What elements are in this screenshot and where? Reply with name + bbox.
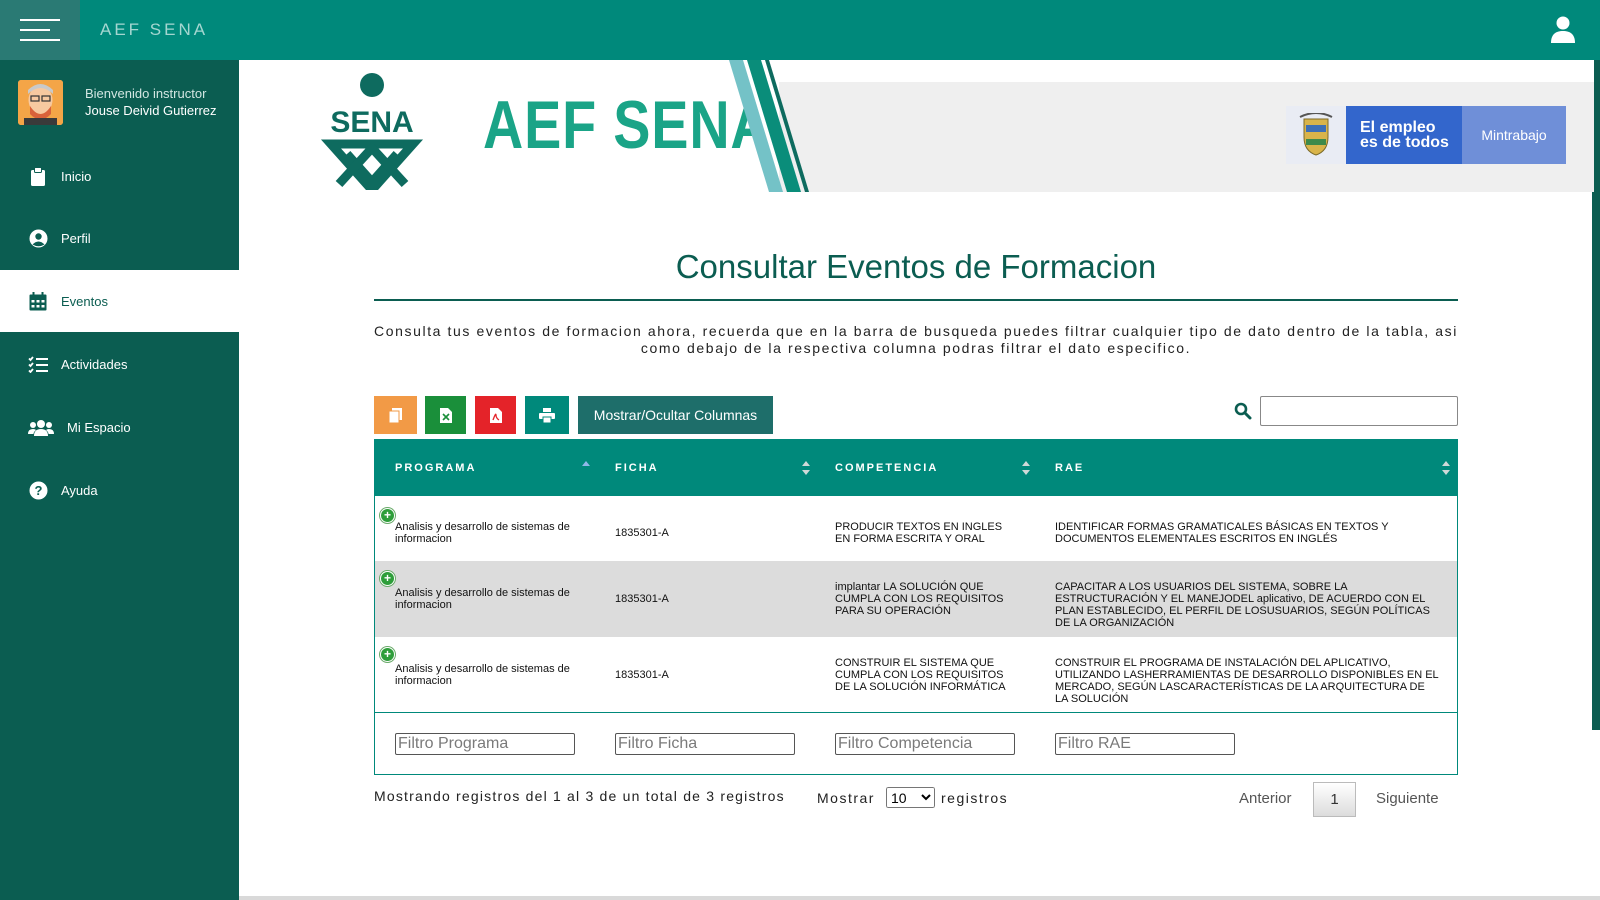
title-divider	[374, 299, 1458, 301]
users-icon	[28, 417, 54, 437]
calendar-icon	[28, 291, 48, 311]
events-table: PROGRAMA FICHA COMPETENCIA RAE + Analisi…	[374, 439, 1458, 775]
filter-competencia-input[interactable]	[835, 733, 1015, 755]
table-row: + Analisis y desarrollo de sistemas de i…	[375, 496, 1457, 561]
gov-slogan-line2: es de todos	[1360, 134, 1449, 151]
sidebar-item-label: Ayuda	[61, 482, 98, 498]
sidebar-item-label: Inicio	[61, 168, 92, 184]
toggle-columns-button[interactable]: Mostrar/Ocultar Columnas	[578, 396, 773, 434]
cell-ficha: 1835301-A	[615, 593, 669, 605]
copy-icon	[389, 407, 402, 423]
sidebar-item-label: Eventos	[61, 293, 108, 309]
sidebar-item-mi-espacio[interactable]: Mi Espacio	[0, 396, 239, 458]
expand-row-icon[interactable]: +	[380, 508, 395, 523]
cell-rae: CAPACITAR A LOS USUARIOS DEL SISTEMA, SO…	[1055, 581, 1430, 629]
filter-programa-input[interactable]	[395, 733, 575, 755]
avatar-icon	[18, 80, 63, 125]
table-header: PROGRAMA FICHA COMPETENCIA RAE	[375, 440, 1457, 496]
page-size-suffix: registros	[941, 790, 1009, 806]
sidebar-item-label: Actividades	[61, 356, 128, 372]
cell-competencia: PRODUCIR TEXTOS EN INGLES EN FORMA ESCRI…	[835, 521, 1003, 545]
sidebar-item-label: Mi Espacio	[67, 419, 131, 435]
page-size-label: Mostrar	[817, 790, 875, 806]
cell-ficha: 1835301-A	[615, 527, 669, 539]
svg-text:SENA: SENA	[330, 106, 413, 139]
table-row: + Analisis y desarrollo de sistemas de i…	[375, 561, 1457, 637]
gov-slogan: El empleo es de todos	[1346, 106, 1462, 164]
search-icon	[1234, 402, 1252, 420]
excel-export-button[interactable]	[425, 396, 466, 434]
hamburger-menu-button[interactable]	[0, 0, 80, 60]
cell-rae: CONSTRUIR EL PROGRAMA DE INSTALACIÓN DEL…	[1055, 657, 1439, 705]
search-input[interactable]	[1260, 396, 1458, 426]
expand-row-icon[interactable]: +	[380, 571, 395, 586]
top-bar: AEF SENA	[0, 0, 1600, 60]
previous-page-button[interactable]: Anterior	[1239, 790, 1292, 807]
pdf-export-button[interactable]	[475, 396, 516, 434]
sort-asc-icon[interactable]	[581, 458, 591, 478]
cell-competencia: implantar LA SOLUCIÓN QUE CUMPLA CON LOS…	[835, 581, 1004, 617]
copy-button[interactable]	[374, 396, 417, 434]
decorative-stripes	[729, 60, 809, 192]
app-title: AEF SENA	[100, 20, 209, 39]
cell-rae: IDENTIFICAR FORMAS GRAMATICALES BÁSICAS …	[1055, 521, 1389, 545]
print-button[interactable]	[525, 396, 569, 434]
sidebar-item-eventos[interactable]: Eventos	[0, 270, 239, 332]
sort-icon[interactable]	[1441, 458, 1451, 478]
sidebar-item-perfil[interactable]: Perfil	[0, 207, 239, 269]
sidebar-item-ayuda[interactable]: ? Ayuda	[0, 459, 239, 521]
page-number-button[interactable]: 1	[1313, 782, 1356, 817]
sidebar-item-inicio[interactable]: Inicio	[0, 145, 239, 207]
colombia-shield-icon	[1286, 106, 1346, 164]
column-header-programa[interactable]: PROGRAMA	[395, 440, 476, 496]
svg-text:?: ?	[34, 483, 42, 498]
gov-slogan-line1: El empleo	[1360, 119, 1436, 136]
filter-rae-input[interactable]	[1055, 733, 1235, 755]
user-icon[interactable]	[1550, 16, 1576, 44]
page-size-select[interactable]: 10	[886, 787, 935, 808]
header-banner: SENA AEF SENA El empleo es de todos Mint…	[239, 60, 1594, 192]
page-description: Consulta tus eventos de formacion ahora,…	[374, 323, 1458, 356]
cell-programa: Analisis y desarrollo de sistemas de inf…	[395, 521, 570, 545]
sena-logo-icon: SENA	[320, 73, 424, 190]
cell-programa: Analisis y desarrollo de sistemas de inf…	[395, 587, 570, 611]
cell-programa: Analisis y desarrollo de sistemas de inf…	[395, 663, 570, 687]
column-header-competencia[interactable]: COMPETENCIA	[835, 440, 938, 496]
column-header-ficha[interactable]: FICHA	[615, 440, 659, 496]
ministry-label: Mintrabajo	[1462, 106, 1566, 164]
government-logo: El empleo es de todos Mintrabajo	[1286, 106, 1566, 164]
clipboard-icon	[28, 166, 48, 186]
column-header-rae[interactable]: RAE	[1055, 440, 1084, 496]
sort-icon[interactable]	[801, 458, 811, 478]
bottom-border	[239, 896, 1600, 900]
sort-icon[interactable]	[1021, 458, 1031, 478]
user-circle-icon	[28, 228, 48, 248]
column-filters	[375, 712, 1457, 774]
excel-file-icon	[439, 407, 452, 423]
records-info: Mostrando registros del 1 al 3 de un tot…	[374, 788, 785, 804]
sidebar-item-label: Perfil	[61, 230, 91, 246]
sidebar-item-actividades[interactable]: Actividades	[0, 333, 239, 395]
page-title: Consultar Eventos de Formacion	[675, 248, 1157, 285]
print-icon	[539, 407, 555, 423]
tasks-icon	[28, 354, 48, 374]
menu-line	[20, 39, 60, 41]
menu-line	[20, 29, 50, 31]
pdf-file-icon	[489, 407, 502, 423]
cell-competencia: CONSTRUIR EL SISTEMA QUE CUMPLA CON LOS …	[835, 657, 1006, 693]
filter-ficha-input[interactable]	[615, 733, 795, 755]
next-page-button[interactable]: Siguiente	[1376, 790, 1439, 807]
sidebar: Bienvenido instructor Jouse Deivid Gutie…	[0, 60, 239, 900]
menu-line	[20, 19, 60, 21]
cell-ficha: 1835301-A	[615, 669, 669, 681]
avatar	[18, 80, 63, 125]
user-profile: Bienvenido instructor Jouse Deivid Gutie…	[18, 80, 233, 126]
expand-row-icon[interactable]: +	[380, 647, 395, 662]
welcome-text: Bienvenido instructor	[85, 86, 207, 101]
username: Jouse Deivid Gutierrez	[85, 103, 217, 118]
table-row: + Analisis y desarrollo de sistemas de i…	[375, 637, 1457, 712]
question-circle-icon: ?	[28, 480, 48, 500]
